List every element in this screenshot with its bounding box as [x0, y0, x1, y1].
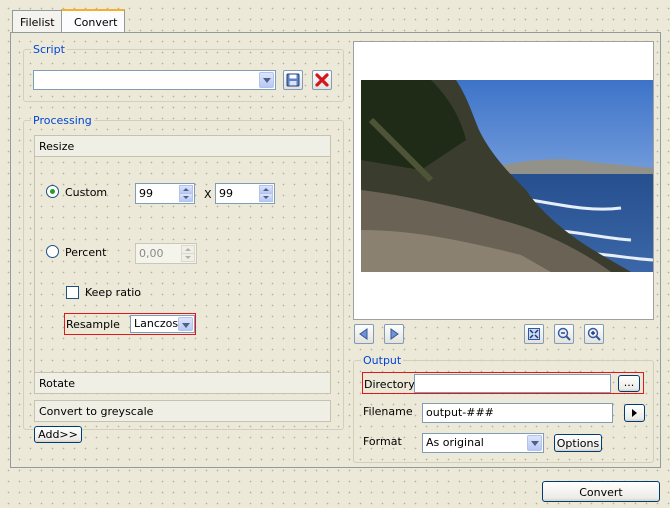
custom-radio[interactable]	[46, 185, 59, 198]
format-options-button[interactable]: Options	[554, 434, 602, 452]
spin-down-icon[interactable]	[259, 193, 273, 202]
format-value: As original	[426, 436, 484, 449]
fit-to-window-icon	[528, 328, 540, 340]
keep-ratio-checkbox[interactable]	[66, 286, 79, 299]
format-label: Format	[363, 435, 402, 448]
zoom-in-button[interactable]	[584, 324, 604, 344]
spin-down-icon[interactable]	[181, 253, 195, 262]
tab-filelist-label: Filelist	[20, 16, 55, 29]
percent-label: Percent	[65, 246, 107, 259]
directory-label: Directory	[364, 378, 415, 391]
processing-legend: Processing	[31, 114, 94, 127]
browse-directory-button[interactable]: ...	[618, 375, 640, 392]
resample-label: Resample	[66, 318, 120, 331]
filename-input[interactable]: output-###	[422, 403, 613, 423]
tab-filelist[interactable]: Filelist	[12, 10, 62, 32]
resample-value: Lanczos	[134, 317, 179, 330]
percent-value: 0,00	[139, 247, 164, 260]
zoom-in-icon	[587, 327, 601, 341]
coastal-landscape-photo	[361, 80, 653, 272]
tab-convert-label: Convert	[74, 16, 118, 29]
add-button-label: Add>>	[38, 428, 78, 441]
save-script-button[interactable]	[283, 70, 303, 90]
resize-section-header[interactable]: Resize	[34, 135, 331, 157]
directory-input[interactable]	[414, 374, 611, 393]
rotate-section-title: Rotate	[39, 377, 76, 390]
delete-script-button[interactable]	[312, 70, 332, 90]
options-button-label: Options	[556, 437, 600, 450]
dimension-separator: X	[204, 188, 212, 201]
convert-button[interactable]: Convert	[542, 481, 660, 502]
resample-select[interactable]: Lanczos	[130, 315, 195, 333]
keep-ratio-label: Keep ratio	[85, 286, 142, 299]
height-value: 99	[219, 187, 233, 200]
insert-filename-pattern-button[interactable]	[624, 404, 645, 422]
height-spinner[interactable]: 99	[215, 183, 275, 204]
floppy-save-icon	[286, 73, 300, 87]
custom-label: Custom	[65, 186, 108, 199]
zoom-out-icon	[557, 327, 571, 341]
percent-radio[interactable]	[46, 245, 59, 258]
format-select[interactable]: As original	[422, 433, 544, 453]
chevron-down-icon[interactable]	[527, 435, 542, 451]
width-spinner[interactable]: 99	[135, 183, 195, 204]
prev-image-button[interactable]	[354, 324, 374, 344]
next-image-button[interactable]	[384, 324, 404, 344]
script-legend: Script	[31, 43, 67, 56]
zoom-out-button[interactable]	[554, 324, 574, 344]
chevron-down-icon[interactable]	[178, 317, 193, 331]
browse-button-label: ...	[623, 376, 635, 389]
red-x-delete-icon	[315, 73, 329, 87]
percent-spinner[interactable]: 0,00	[135, 243, 197, 264]
greyscale-section-header[interactable]: Convert to greyscale	[34, 400, 331, 422]
fit-to-window-button[interactable]	[524, 324, 544, 344]
greyscale-section-title: Convert to greyscale	[39, 405, 154, 418]
filename-label: Filename	[363, 405, 413, 418]
resize-section-title: Resize	[39, 140, 75, 153]
chevron-down-icon[interactable]	[259, 72, 274, 88]
preview-panel	[353, 41, 654, 320]
output-legend: Output	[361, 354, 404, 367]
spin-down-icon[interactable]	[179, 193, 193, 202]
tab-convert[interactable]: Convert	[61, 9, 125, 33]
script-select[interactable]	[33, 70, 276, 90]
filename-value: output-###	[426, 406, 494, 419]
add-button[interactable]: Add>>	[34, 426, 82, 443]
next-arrow-icon	[390, 328, 399, 340]
prev-arrow-icon	[359, 328, 368, 340]
convert-button-label: Convert	[579, 486, 623, 499]
width-value: 99	[139, 187, 153, 200]
play-arrow-icon	[632, 409, 637, 417]
rotate-section-header[interactable]: Rotate	[34, 372, 331, 394]
